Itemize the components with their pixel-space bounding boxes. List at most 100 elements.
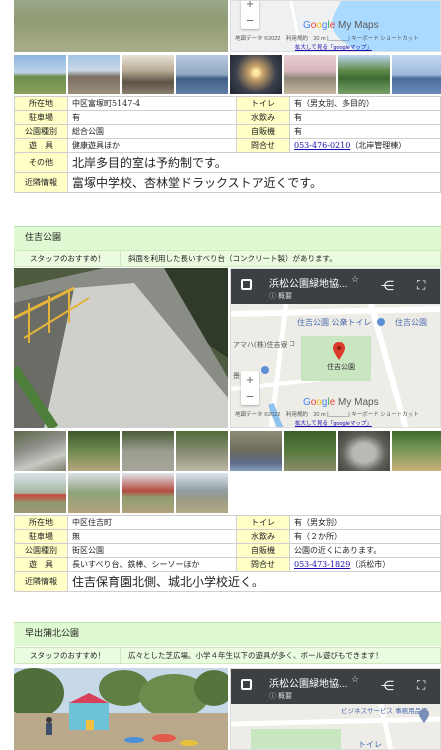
- recommend-label: スタッフのおすすめ！: [15, 251, 121, 266]
- map-link[interactable]: 拡大して見る「googleマップ」: [295, 419, 372, 427]
- thumbnail[interactable]: [176, 431, 228, 471]
- info-value: 有（２か所）: [289, 529, 441, 544]
- recommend-text: 斜面を利用した長いすべり台（コンクリート製）があります。: [128, 254, 337, 263]
- share-icon[interactable]: ⋲: [381, 678, 394, 694]
- star-icon[interactable]: ☆: [351, 274, 359, 285]
- thumbnail[interactable]: [338, 431, 390, 471]
- thumbnail[interactable]: [14, 55, 66, 94]
- info-value: 長いすべり台、鉄棒、シーソーほか: [67, 557, 237, 572]
- park2-main-photo: [14, 268, 228, 428]
- info-value: 053-476-0210（北岸管理棟）: [289, 138, 441, 153]
- map-link[interactable]: 拡大して見る「googleマップ」: [295, 43, 372, 51]
- zoom-control[interactable]: + −: [241, 371, 259, 405]
- park3-header: 早出蒲北公園: [14, 622, 441, 646]
- info-value: 公園の近くにあります。: [289, 543, 441, 558]
- info-label: 水飲み: [236, 110, 290, 125]
- share-icon[interactable]: ⋲: [381, 278, 394, 294]
- fullscreen-icon[interactable]: ⛶: [417, 278, 425, 293]
- map-label[interactable]: トイレ: [358, 739, 382, 749]
- google-my-maps-logo: Google My Maps: [303, 20, 379, 31]
- map-subtitle[interactable]: 概要: [278, 291, 292, 301]
- map-attribution[interactable]: 地図データ ©2022 利用規約 20 m ⌊______⌋ キーボード ショー…: [235, 34, 419, 42]
- info-value: 有: [289, 110, 441, 125]
- park2-header: 住吉公園: [14, 226, 441, 250]
- park2-map[interactable]: 浜松公園緑地協... ☆ ⓘ 概要 ⋲ ⛶ 住吉公園 公衆トイレ 住吉公園 アマ…: [230, 268, 441, 428]
- info-label: 遊 具: [14, 138, 68, 153]
- info-label: 問合せ: [236, 138, 290, 153]
- pin-icon[interactable]: [419, 709, 429, 723]
- thumbnail[interactable]: [122, 55, 174, 94]
- recommend-text: 広々とした芝広場。小学４年生以下の遊具が多く、ボール遊びもできます！: [128, 651, 383, 660]
- park2-recommend: スタッフのおすすめ！ 斜面を利用した長いすべり台（コンクリート製）があります。: [14, 250, 441, 267]
- thumbnail[interactable]: [68, 431, 120, 471]
- park1-map[interactable]: + − Google My Maps 地図データ ©2022 利用規約 20 m …: [230, 0, 441, 52]
- info-value: 有（男女別）: [289, 515, 441, 530]
- menu-icon[interactable]: [241, 679, 252, 690]
- park3-map[interactable]: 浜松公園緑地協... ☆ ⓘ 概要 ⋲ ⛶ ビジネスサービス 事務用品店 トイレ: [230, 668, 441, 750]
- info-label: 近隣情報: [14, 571, 68, 592]
- map-title: 浜松公園緑地協...: [269, 679, 348, 690]
- thumbnail[interactable]: [14, 431, 66, 471]
- map-attribution[interactable]: 地図データ ©2022 利用規約 20 m ⌊______⌋ キーボード ショー…: [235, 410, 419, 418]
- info-icon: ⓘ: [269, 293, 276, 300]
- info-value: 総合公園: [67, 124, 237, 139]
- map-label: コ: [289, 341, 296, 348]
- park3-main-photo: [14, 668, 228, 750]
- info-value: 有（男女別、多目的）: [289, 96, 441, 111]
- map-subtitle[interactable]: 概要: [278, 691, 292, 701]
- info-label: トイレ: [236, 96, 290, 111]
- thumbnail[interactable]: [284, 55, 336, 94]
- info-value: 053-473-1829（浜松市）: [289, 557, 441, 572]
- info-label: 所在地: [14, 96, 68, 111]
- map-label[interactable]: 住吉公園: [395, 317, 427, 328]
- thumbnail[interactable]: [230, 55, 282, 94]
- info-value: 中区富塚町5147-4: [67, 96, 237, 111]
- map-header: 浜松公園緑地協... ☆ ⓘ 概要 ⋲ ⛶: [231, 669, 440, 704]
- info-value-large: 住吉保育園北側、城北小学校近く。: [67, 571, 441, 592]
- park-title: 住吉公園: [25, 233, 62, 243]
- map-label[interactable]: ビジネスサービス 事務用品店: [341, 707, 431, 715]
- info-label: 駐車場: [14, 529, 68, 544]
- thumbnail[interactable]: [284, 431, 336, 471]
- info-value: 街区公園: [67, 543, 237, 558]
- park-title: 早出蒲北公園: [25, 629, 80, 639]
- zoom-control[interactable]: + −: [241, 1, 259, 29]
- thumbnail[interactable]: [14, 473, 66, 513]
- map-title: 浜松公園緑地協...: [269, 279, 348, 290]
- phone-link[interactable]: 053-476-0210: [294, 141, 350, 150]
- info-value: 中区住吉町: [67, 515, 237, 530]
- info-value: 有: [67, 110, 237, 125]
- thumbnail[interactable]: [122, 431, 174, 471]
- info-label: 自販機: [236, 543, 290, 558]
- phone-note: （北岸管理棟）: [350, 141, 407, 150]
- thumbnail[interactable]: [68, 55, 120, 94]
- phone-link[interactable]: 053-473-1829: [294, 560, 350, 569]
- map-label[interactable]: 住吉公園: [327, 362, 355, 372]
- thumbnail[interactable]: [338, 55, 390, 94]
- thumbnail[interactable]: [176, 55, 228, 94]
- thumbnail[interactable]: [230, 431, 282, 471]
- menu-icon[interactable]: [241, 279, 252, 290]
- thumbnail[interactable]: [68, 473, 120, 513]
- info-label: 公園種別: [14, 124, 68, 139]
- info-value: 無: [67, 529, 237, 544]
- thumbnail[interactable]: [392, 55, 441, 94]
- thumbnail[interactable]: [176, 473, 228, 513]
- info-value: 健康遊具ほか: [67, 138, 237, 153]
- info-label: 公園種別: [14, 543, 68, 558]
- info-value: 有: [289, 124, 441, 139]
- map-label[interactable]: 住吉公園 公衆トイレ: [297, 317, 372, 328]
- info-label: その他: [14, 152, 68, 173]
- google-my-maps-logo: Google My Maps: [303, 397, 379, 408]
- info-icon: ⓘ: [269, 693, 276, 700]
- pin-icon[interactable]: [333, 342, 345, 360]
- thumbnail[interactable]: [392, 431, 441, 471]
- fullscreen-icon[interactable]: ⛶: [417, 678, 425, 693]
- thumbnail[interactable]: [122, 473, 174, 513]
- star-icon[interactable]: ☆: [351, 674, 359, 685]
- park1-main-photo: [14, 0, 228, 52]
- recommend-label: スタッフのおすすめ！: [15, 648, 121, 663]
- info-label: トイレ: [236, 515, 290, 530]
- map-label[interactable]: アマハ(株)住吉寮: [233, 340, 287, 350]
- info-label: 所在地: [14, 515, 68, 530]
